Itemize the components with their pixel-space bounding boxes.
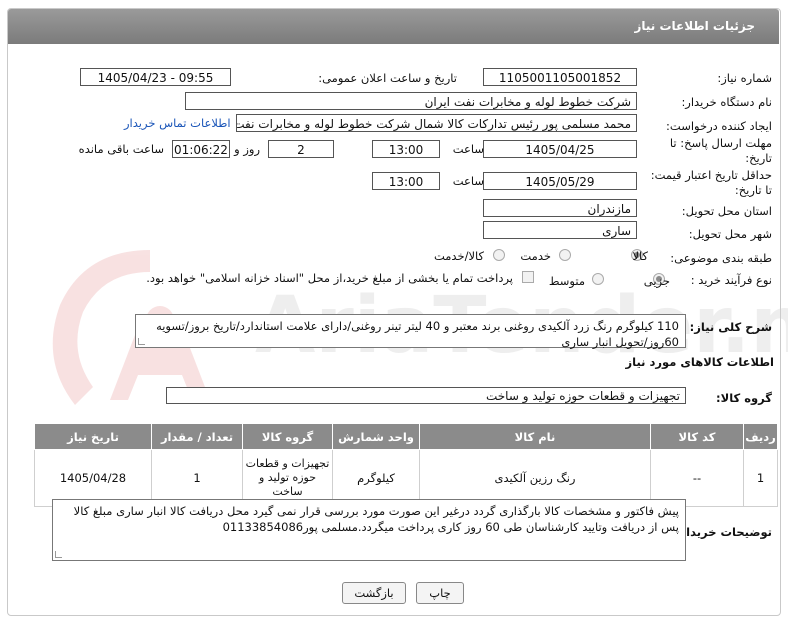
validity-label-2: تا تاریخ: [734, 183, 772, 197]
treasury-payment-checkbox[interactable] [522, 271, 534, 283]
cell-item-code: -- [650, 449, 744, 507]
deadline-time-label: ساعت [452, 142, 484, 156]
deadline-label-1: مهلت ارسال پاسخ: تا [669, 136, 772, 150]
resize-handle-icon [138, 338, 145, 345]
goods-section-title: اطلاعات کالاهای مورد نیاز [625, 355, 774, 369]
announce-label: تاریخ و ساعت اعلان عمومی: [318, 71, 457, 85]
cell-item-name: رنگ رزین آلکیدی [419, 449, 651, 507]
description-label: شرح کلی نیاز: [689, 320, 772, 334]
announce-field: 1405/04/23 - 09:55 [80, 68, 231, 86]
days-field: 2 [268, 140, 334, 158]
purchase-option-minor: جزیی [643, 274, 670, 288]
col-item-name: نام کالا [419, 423, 651, 450]
cell-unit: کیلوگرم [332, 449, 420, 507]
col-need-date: تاریخ نیاز [34, 423, 152, 450]
buyer-org-field: شرکت خطوط لوله و مخابرات نفت ایران [185, 92, 637, 110]
city-field: ساری [483, 221, 637, 239]
purchase-option-medium: متوسط [548, 274, 585, 288]
table-row: 1 -- رنگ رزین آلکیدی کیلوگرم تجهیزات و ق… [34, 449, 778, 507]
cell-row-number: 1 [743, 449, 778, 507]
validity-label-1: حداقل تاریخ اعتبار قیمت: [650, 168, 772, 182]
header-bar: جزئیات اطلاعات نیاز [8, 9, 779, 44]
print-button[interactable]: چاپ [416, 582, 464, 604]
need-number-label: شماره نیاز: [717, 71, 772, 85]
validity-date-field: 1405/05/29 [483, 172, 637, 190]
deadline-label-2: تاریخ: [745, 151, 772, 165]
need-number-field: 1105001105001852 [483, 68, 637, 86]
creator-field: محمد مسلمی پور رئیس تدارکات کالا شمال شر… [236, 114, 637, 132]
goods-group-field: تجهیزات و قطعات حوزه تولید و ساخت [166, 387, 686, 404]
goods-group-label: گروه کالا: [716, 391, 772, 405]
category-option-service: خدمت [520, 249, 551, 263]
city-label: شهر محل تحویل: [688, 227, 772, 241]
category-option-goods-service: کالا/خدمت [433, 249, 484, 263]
days-label: روز و [234, 142, 260, 156]
description-text: 110 کیلوگرم رنگ زرد آلکیدی روغنی برند مع… [156, 319, 679, 349]
province-label: استان محل تحویل: [681, 204, 772, 218]
cell-need-date: 1405/04/28 [34, 449, 152, 507]
category-radio-service[interactable] [559, 249, 571, 261]
col-unit: واحد شمارش [332, 423, 420, 450]
cell-quantity: 1 [151, 449, 243, 507]
resize-handle-icon [55, 551, 62, 558]
purchase-type-label: نوع فرآیند خرید : [690, 273, 772, 287]
category-radio-goods-service[interactable] [493, 249, 505, 261]
validity-time-label: ساعت [452, 174, 484, 188]
buyer-notes-textarea: پیش فاکتور و مشخصات کالا بارگذاری گردد د… [52, 499, 686, 561]
contact-info-link[interactable]: اطلاعات تماس خریدار [124, 116, 231, 130]
province-field: مازندران [483, 199, 637, 217]
treasury-payment-text: پرداخت تمام یا بخشی از مبلغ خرید،از محل … [146, 271, 513, 285]
description-textarea: 110 کیلوگرم رنگ زرد آلکیدی روغنی برند مع… [135, 314, 686, 349]
page-title: جزئیات اطلاعات نیاز [634, 19, 755, 33]
buyer-org-label: نام دستگاه خریدار: [681, 95, 772, 109]
back-button[interactable]: بازگشت [342, 582, 406, 604]
col-quantity: تعداد / مقدار [151, 423, 243, 450]
buyer-notes-label: توضیحات خریدار: [674, 525, 772, 539]
category-option-goods: کالا [632, 249, 648, 263]
table-header-row: ردیف کد کالا نام کالا واحد شمارش گروه کا… [34, 423, 778, 450]
col-group: گروه کالا [242, 423, 333, 450]
goods-table: ردیف کد کالا نام کالا واحد شمارش گروه کا… [34, 423, 778, 507]
deadline-date-field: 1405/04/25 [483, 140, 637, 158]
deadline-time-field: 13:00 [372, 140, 440, 158]
category-label: طبقه بندی موضوعی: [670, 251, 772, 265]
col-item-code: کد کالا [650, 423, 744, 450]
purchase-radio-medium[interactable] [592, 273, 604, 285]
cell-group: تجهیزات و قطعات حوزه تولید و ساخت [242, 449, 333, 507]
remaining-label: ساعت باقی مانده [78, 142, 164, 156]
col-row-number: ردیف [743, 423, 778, 450]
validity-time-field: 13:00 [372, 172, 440, 190]
remaining-time-field: 01:06:22 [172, 140, 230, 158]
creator-label: ایجاد کننده درخواست: [666, 119, 772, 133]
buyer-notes-text: پیش فاکتور و مشخصات کالا بارگذاری گردد د… [73, 504, 679, 534]
